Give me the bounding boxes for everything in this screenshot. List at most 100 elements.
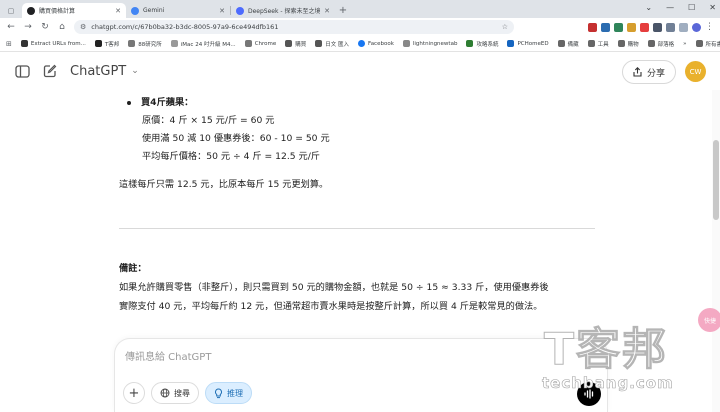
browser-tab-0[interactable]: 購買價格計算 ✕ bbox=[22, 3, 126, 18]
message-composer: 傳訊息給 ChatGPT + 搜尋 推理 bbox=[114, 338, 608, 412]
search-button[interactable]: 搜尋 bbox=[151, 382, 199, 404]
extension-icon[interactable] bbox=[666, 22, 675, 32]
bookmark-label: 購買 bbox=[295, 41, 307, 48]
all-bookmarks-button[interactable]: 所有書籤 bbox=[695, 40, 720, 48]
tab-list-icon[interactable]: ⌄ bbox=[645, 3, 652, 12]
model-selector[interactable]: ChatGPT ⌄ bbox=[70, 64, 139, 79]
avatar[interactable]: CW bbox=[685, 61, 706, 82]
note-text-line: 如果允許購買零售（非整斤），則只需買到 50 元的購物金額，也就是 50 ÷ 1… bbox=[119, 282, 549, 293]
lightbulb-icon bbox=[215, 387, 222, 398]
side-floating-badge[interactable]: 快捷 bbox=[698, 308, 720, 332]
extension-icon[interactable] bbox=[679, 22, 688, 32]
bookmark-item[interactable]: 日文 匯入 bbox=[315, 40, 349, 48]
home-icon[interactable]: ⌂ bbox=[57, 22, 67, 32]
extension-icon[interactable] bbox=[588, 22, 597, 32]
bookmark-item[interactable]: 購物 bbox=[617, 40, 639, 48]
bookmark-item[interactable]: 88研究所 bbox=[128, 40, 162, 48]
address-toolbar: ← → ↻ ⌂ ⚙ chatgpt.com/c/67b0ba32-b3dc-80… bbox=[0, 18, 720, 36]
summary-text: 這樣每斤只需 12.5 元，比原本每斤 15 元更划算。 bbox=[119, 179, 329, 190]
browser-menu-icon[interactable]: ⋮ bbox=[705, 22, 714, 32]
bookmark-item[interactable]: 備藏 bbox=[557, 40, 579, 48]
bookmark-star-icon[interactable]: ☆ bbox=[502, 23, 508, 31]
reload-icon[interactable]: ↻ bbox=[40, 22, 50, 32]
bookmark-item[interactable]: 購買 bbox=[285, 40, 306, 48]
tab-close-icon[interactable]: ✕ bbox=[324, 7, 330, 15]
bookmark-favicon-icon bbox=[507, 40, 515, 47]
bookmark-label: 備藏 bbox=[567, 41, 579, 48]
bookmark-label: 部落格 bbox=[657, 41, 675, 48]
bookmark-favicon-icon bbox=[20, 40, 28, 47]
calc-line: 平均每斤價格：50 元 ÷ 4 斤 = 12.5 元/斤 bbox=[142, 151, 320, 162]
bookmark-item[interactable]: Chrome bbox=[244, 40, 277, 47]
assistant-message: 買4斤蘋果： 原價：4 斤 × 15 元/斤 = 60 元 使用滿 50 減 1… bbox=[119, 94, 609, 194]
more-bookmarks-button[interactable]: » bbox=[683, 41, 686, 47]
new-chat-icon[interactable] bbox=[42, 63, 58, 79]
forward-icon[interactable]: → bbox=[23, 22, 33, 32]
bookmark-label: 所有書籤 bbox=[705, 41, 720, 48]
attach-button[interactable]: + bbox=[123, 382, 145, 404]
scrollbar-track[interactable] bbox=[712, 90, 720, 412]
profile-icon[interactable] bbox=[692, 22, 701, 32]
bookmark-item[interactable]: 攻略系統 bbox=[466, 40, 498, 48]
extension-icon[interactable] bbox=[640, 22, 649, 32]
extension-icon[interactable] bbox=[653, 22, 662, 32]
bookmarks-bar: ⊞ Extract URLs from... T客邦 88研究所 iMac 24… bbox=[0, 36, 720, 52]
note-section: 備註： 如果允許購買零售（非整斤），則只需買到 50 元的購物金額，也就是 50… bbox=[119, 259, 599, 316]
maximize-icon[interactable]: ☐ bbox=[688, 3, 695, 12]
bookmark-favicon-icon bbox=[402, 40, 410, 47]
share-button[interactable]: 分享 bbox=[621, 60, 676, 84]
note-text-line: 實際支付 40 元，平均每斤約 12 元，但通常超市賣水果時是按整斤計算，所以買… bbox=[119, 301, 543, 312]
site-info-icon[interactable]: ⚙ bbox=[80, 23, 86, 31]
extension-icon[interactable] bbox=[601, 22, 610, 32]
folder-icon bbox=[695, 40, 703, 47]
apps-grid-icon[interactable]: ⊞ bbox=[6, 40, 12, 48]
bookmark-item[interactable]: lightningnewtab bbox=[402, 40, 457, 47]
sidebar-toggle-icon[interactable] bbox=[14, 63, 30, 79]
browser-tab-2[interactable]: DeepSeek - 探索未至之境 ✕ bbox=[231, 3, 335, 18]
bookmark-item[interactable]: Facebook bbox=[358, 40, 394, 47]
bookmark-label: Extract URLs from... bbox=[30, 40, 86, 47]
list-item: 買4斤蘋果： bbox=[119, 94, 609, 112]
chevron-down-icon: ⌄ bbox=[131, 66, 139, 76]
browser-tab-1[interactable]: Gemini ✕ bbox=[126, 3, 230, 18]
share-label: 分享 bbox=[646, 68, 665, 79]
search-label: 搜尋 bbox=[174, 388, 190, 398]
facebook-icon bbox=[358, 40, 366, 47]
note-title: 備註： bbox=[119, 263, 147, 274]
bookmark-item[interactable]: Extract URLs from... bbox=[20, 40, 86, 47]
back-icon[interactable]: ← bbox=[6, 22, 16, 32]
bookmark-item[interactable]: 工具 bbox=[587, 40, 609, 48]
url-bar[interactable]: ⚙ chatgpt.com/c/67b0ba32-b3dc-8005-97a9-… bbox=[74, 20, 514, 34]
section-divider bbox=[119, 228, 595, 229]
extension-icon[interactable] bbox=[627, 22, 636, 32]
bookmark-label: 購物 bbox=[627, 41, 639, 48]
close-window-icon[interactable]: ✕ bbox=[709, 3, 716, 12]
bookmark-item[interactable]: PCHomeED bbox=[507, 40, 549, 47]
new-tab-button[interactable]: + bbox=[335, 5, 351, 16]
bookmark-favicon-icon bbox=[466, 40, 474, 47]
tab-close-icon[interactable]: ✕ bbox=[115, 7, 121, 15]
bookmark-favicon-icon bbox=[128, 40, 136, 47]
bullet-title: 買4斤蘋果： bbox=[141, 97, 194, 108]
globe-icon bbox=[160, 388, 170, 398]
bookmark-label: 工具 bbox=[597, 41, 609, 48]
bookmark-item[interactable]: iMac 24 吋升級 M4... bbox=[170, 40, 236, 48]
bookmark-favicon-icon bbox=[94, 40, 102, 47]
tab-title: 購買價格計算 bbox=[39, 8, 76, 15]
minimize-icon[interactable]: — bbox=[666, 3, 674, 12]
bookmark-item[interactable]: 部落格 bbox=[647, 40, 675, 48]
scrollbar-thumb[interactable] bbox=[713, 140, 719, 220]
folder-icon bbox=[285, 40, 293, 47]
message-input[interactable]: 傳訊息給 ChatGPT bbox=[125, 348, 211, 363]
bookmark-item[interactable]: T客邦 bbox=[94, 40, 119, 48]
extension-icon[interactable] bbox=[614, 22, 623, 32]
tab-close-icon[interactable]: ✕ bbox=[219, 7, 225, 15]
bookmark-label: Chrome bbox=[254, 40, 277, 47]
app-header: ChatGPT ⌄ 分享 CW bbox=[0, 52, 720, 90]
bookmark-label: 88研究所 bbox=[138, 41, 162, 48]
tab-search-icon[interactable]: ▢ bbox=[0, 3, 22, 18]
window-controls: ⌄ — ☐ ✕ bbox=[645, 3, 716, 12]
reason-button[interactable]: 推理 bbox=[205, 382, 252, 404]
voice-mode-button[interactable] bbox=[577, 382, 601, 406]
share-icon bbox=[633, 67, 642, 77]
